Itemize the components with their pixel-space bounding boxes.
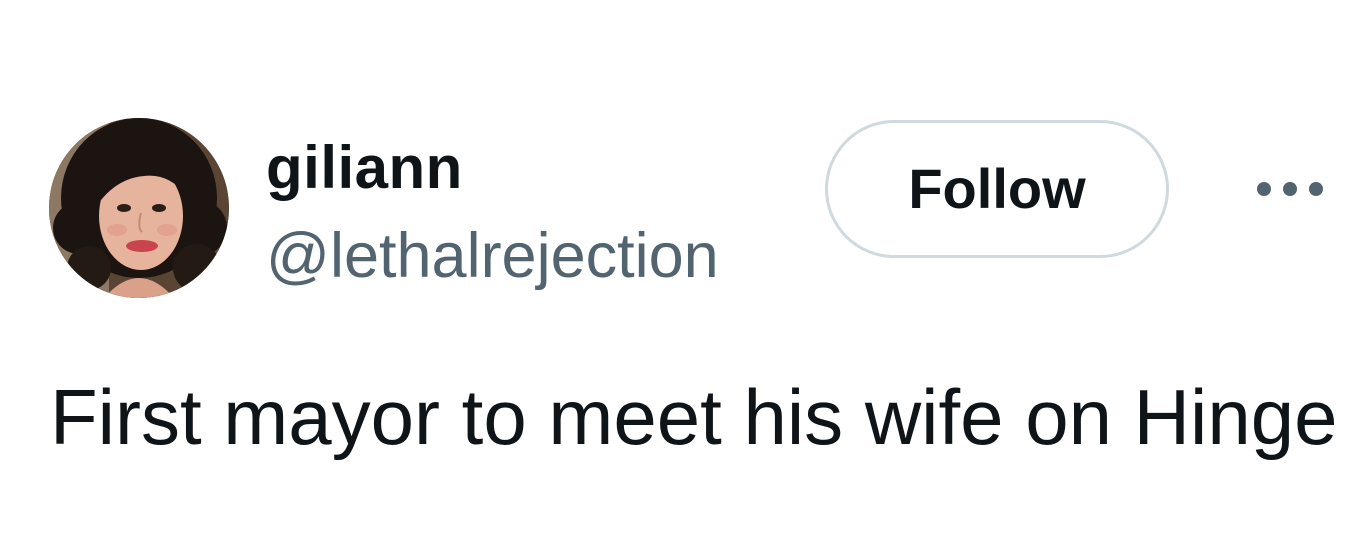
more-options-button[interactable]	[1248, 166, 1332, 212]
follow-label: Follow	[908, 157, 1086, 220]
tweet-text: First mayor to meet his wife on Hinge	[50, 373, 1338, 461]
tweet-card: giliann @lethalrejection Follow First ma…	[0, 0, 1365, 559]
more-horizontal-icon	[1257, 182, 1323, 196]
follow-button[interactable]: Follow	[825, 120, 1169, 258]
author-handle[interactable]: @lethalrejection	[266, 218, 719, 294]
author-display-name[interactable]: giliann	[266, 132, 463, 204]
profile-photo-icon	[49, 118, 229, 298]
avatar[interactable]	[49, 118, 229, 298]
